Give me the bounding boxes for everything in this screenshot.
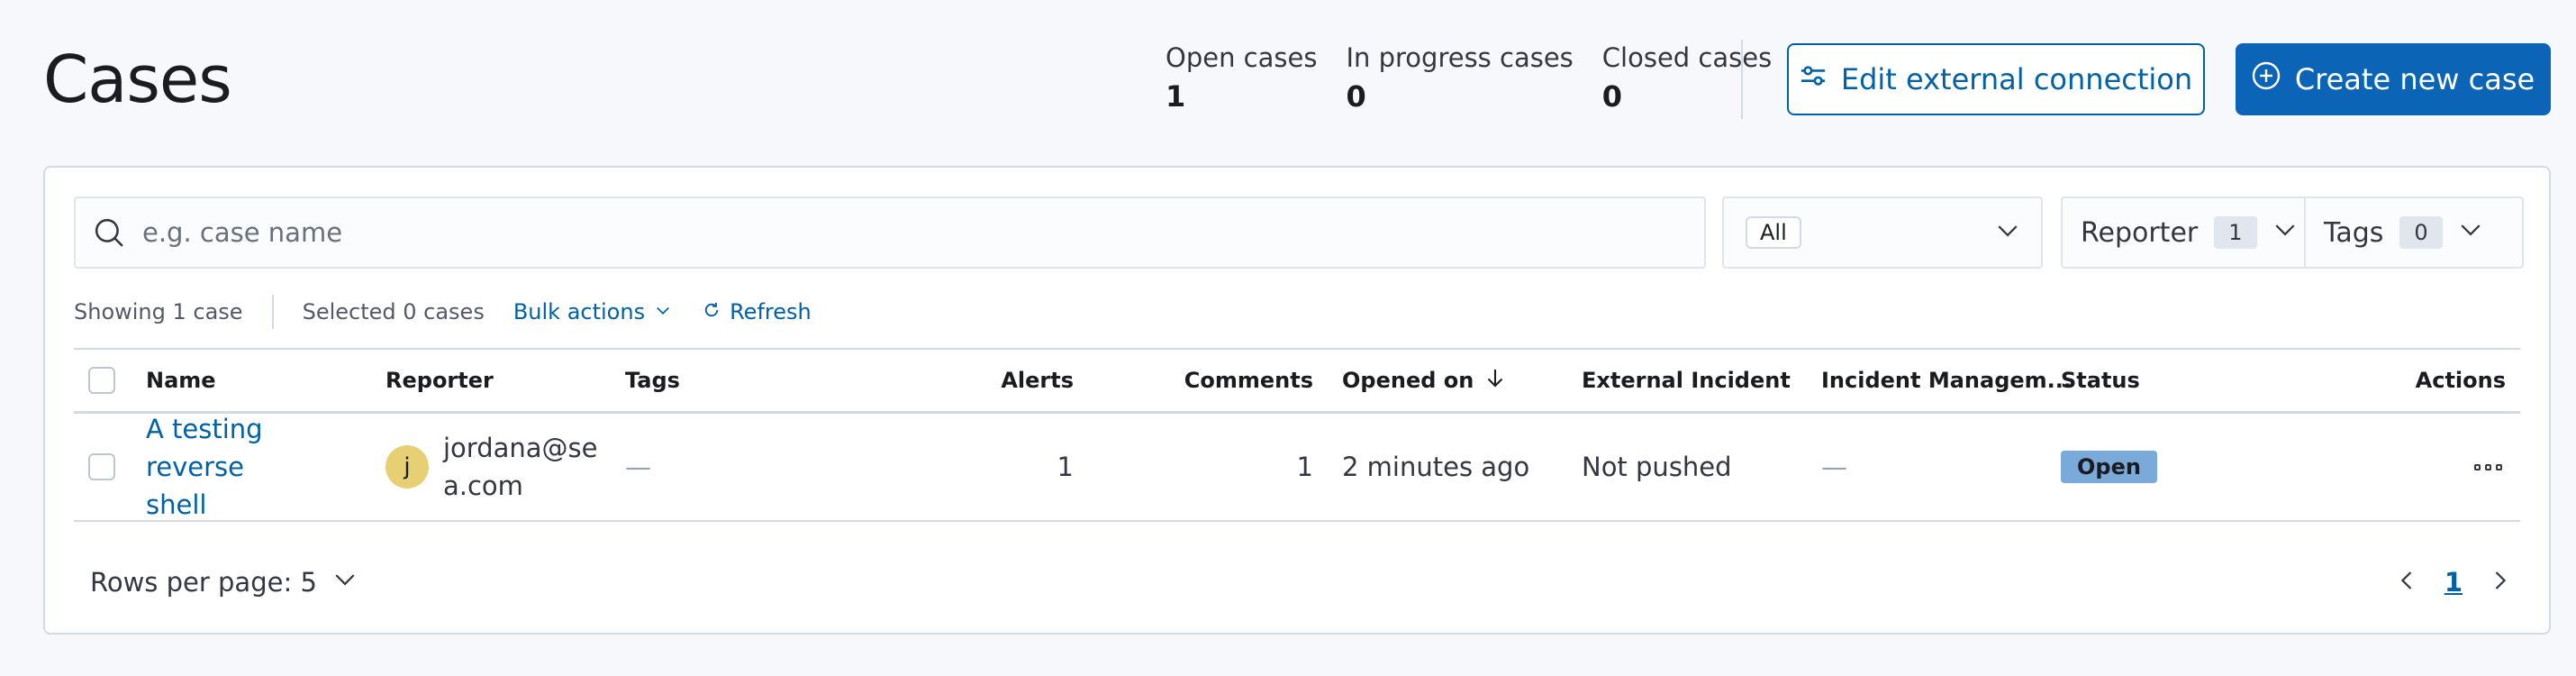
reporter-filter-button[interactable]: Reporter 1 <box>2063 198 2306 267</box>
column-header-opened-on-label: Opened on <box>1342 368 1474 393</box>
case-name-link[interactable]: A testing reverse shell <box>146 410 367 524</box>
column-header-opened-on[interactable]: Opened on <box>1342 350 1506 411</box>
column-header-tags[interactable]: Tags <box>625 350 680 411</box>
reporter-cell: j jordana@se a.com <box>385 414 611 520</box>
row-checkbox[interactable] <box>88 453 115 480</box>
search-icon <box>94 217 124 248</box>
stat-value: 0 <box>1601 79 1623 114</box>
row-select-cell <box>88 414 115 520</box>
select-all-checkbox[interactable] <box>88 367 115 394</box>
page-button-1[interactable]: 1 <box>2444 567 2463 598</box>
refresh-icon <box>703 299 721 324</box>
selected-count: Selected 0 cases <box>302 299 485 324</box>
more-actions-icon[interactable] <box>2474 463 2502 470</box>
status-cell: Open <box>2061 414 2157 520</box>
case-name-line: shell <box>146 489 207 520</box>
incident-management-cell: — <box>1821 452 1847 482</box>
stat-value: 1 <box>1166 79 1186 114</box>
edit-external-connection-button[interactable]: Edit external connection <box>1787 43 2205 115</box>
column-header-status[interactable]: Status <box>2061 350 2140 411</box>
status-filter-value: All <box>1746 216 1801 249</box>
column-header-incident-management[interactable]: Incident Managem... <box>1821 350 2072 411</box>
stat-label: Open cases <box>1166 42 1318 73</box>
alerts-cell: 1 <box>1057 452 1074 482</box>
sliders-icon <box>1800 62 1827 96</box>
cases-table: Name Reporter Tags Alerts Comments Opene… <box>74 348 2520 522</box>
showing-count: Showing 1 case <box>74 299 243 324</box>
cases-table-panel: All Reporter 1 Tags 0 Showing 1 case Sel… <box>43 166 2551 635</box>
stat-value: 0 <box>1346 79 1366 114</box>
chevron-right-icon[interactable] <box>2490 570 2511 595</box>
column-header-comments[interactable]: Comments <box>1104 350 1313 411</box>
page-title: Cases <box>43 41 232 117</box>
rows-per-page-label: Rows per page: 5 <box>90 567 317 598</box>
search-field[interactable] <box>74 196 1706 269</box>
case-name-line: A testing reverse <box>146 414 263 482</box>
search-input[interactable] <box>141 216 1704 249</box>
reporter-name: jordana@se a.com <box>443 429 598 505</box>
reporter-filter-label: Reporter <box>2081 216 2199 249</box>
status-badge[interactable]: Open <box>2061 451 2157 483</box>
avatar: j <box>385 445 429 489</box>
chevron-down-icon <box>333 567 357 598</box>
column-header-reporter[interactable]: Reporter <box>385 350 494 411</box>
tags-filter-button[interactable]: Tags 0 <box>2306 198 2522 267</box>
column-header-name[interactable]: Name <box>146 350 216 411</box>
stat-in-progress: In progress cases 0 <box>1346 40 1573 117</box>
chevron-down-icon <box>2459 217 2482 249</box>
column-header-external-incident[interactable]: External Incident <box>1582 350 1791 411</box>
create-new-case-label: Create new case <box>2294 62 2535 96</box>
external-incident-cell: Not pushed <box>1582 452 1732 482</box>
column-header-alerts[interactable]: Alerts <box>865 350 1074 411</box>
chevron-left-icon[interactable] <box>2396 570 2417 595</box>
stat-closed: Closed cases 0 <box>1602 40 1772 117</box>
case-name-cell: A testing reverse shell <box>146 414 367 520</box>
reporter-filter-count: 1 <box>2214 216 2257 249</box>
utility-bar: Showing 1 case Selected 0 cases Bulk act… <box>74 285 812 339</box>
pagination: 1 <box>2396 555 2511 609</box>
utility-divider <box>271 295 274 329</box>
stat-label: In progress cases <box>1346 42 1574 73</box>
stat-open: Open cases 1 <box>1166 40 1317 117</box>
edit-external-connection-label: Edit external connection <box>1840 62 2193 96</box>
reporter-name-line: jordana@se <box>443 433 598 463</box>
tags-filter-count: 0 <box>2399 216 2443 249</box>
rows-per-page-button[interactable]: Rows per page: 5 <box>90 555 357 609</box>
stat-label: Closed cases <box>1601 42 1773 73</box>
table-row: A testing reverse shell j jordana@se a.c… <box>74 414 2520 522</box>
status-filter-select[interactable]: All <box>1722 196 2043 269</box>
select-all-cell <box>88 350 115 411</box>
filter-group: Reporter 1 Tags 0 <box>2061 196 2524 269</box>
bulk-actions-label: Bulk actions <box>512 299 646 324</box>
plus-circle-icon <box>2252 61 2281 97</box>
comments-cell: 1 <box>1296 452 1313 482</box>
table-header-row: Name Reporter Tags Alerts Comments Opene… <box>74 348 2520 414</box>
chevron-down-icon <box>2273 217 2297 249</box>
actions-cell <box>2326 414 2502 520</box>
arrow-down-icon <box>1484 367 1506 394</box>
bulk-actions-button[interactable]: Bulk actions <box>513 299 672 324</box>
chevron-down-icon <box>654 299 672 324</box>
case-stats: Open cases 1 In progress cases 0 Closed … <box>1166 40 1800 117</box>
chevron-down-icon <box>1996 219 2019 246</box>
refresh-button[interactable]: Refresh <box>703 299 812 324</box>
create-new-case-button[interactable]: Create new case <box>2236 43 2551 115</box>
reporter-name-line: a.com <box>443 470 523 501</box>
column-header-actions: Actions <box>2415 368 2506 393</box>
opened-on-cell: 2 minutes ago <box>1342 452 1530 482</box>
stats-divider <box>1741 40 1743 119</box>
refresh-label: Refresh <box>730 299 812 324</box>
tags-cell: — <box>625 452 651 482</box>
tags-filter-label: Tags <box>2324 216 2384 249</box>
